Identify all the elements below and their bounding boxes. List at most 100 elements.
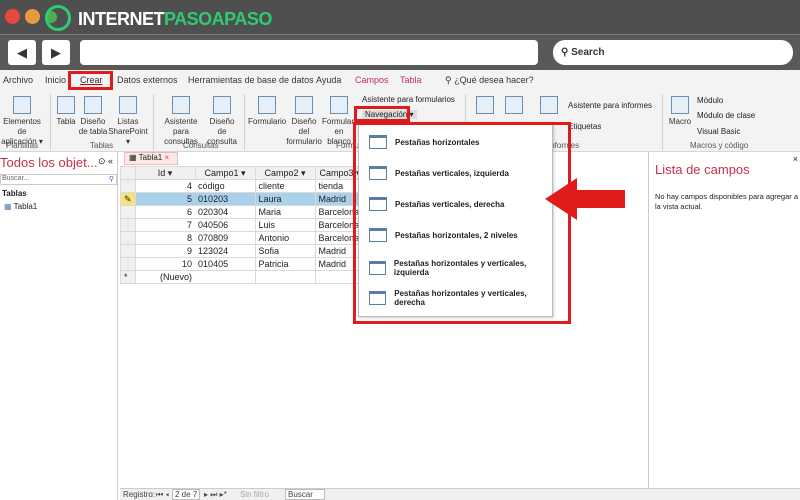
blank-report-icon[interactable] bbox=[540, 96, 558, 114]
table-row[interactable]: ✎ 5 010203 Laura Madrid bbox=[120, 192, 366, 206]
form-icon bbox=[258, 96, 276, 114]
table-row[interactable]: 7 040506 Luis Barcelona bbox=[120, 218, 366, 232]
table-cell[interactable]: Sofia bbox=[254, 244, 316, 258]
doc-tab-tabla1[interactable]: ▦ Tabla1 × bbox=[124, 152, 178, 165]
listas-sharepoint-button[interactable]: Listas SharePoint ▾ bbox=[108, 96, 148, 147]
close-icon[interactable]: × bbox=[164, 153, 169, 162]
navpane-search-input[interactable]: Buscar... ⚲ bbox=[0, 174, 117, 185]
highlight-box bbox=[353, 122, 571, 324]
highlight-box bbox=[354, 106, 410, 122]
table-cell[interactable]: Luis bbox=[254, 218, 316, 232]
row-selector[interactable] bbox=[120, 257, 136, 271]
browser-search[interactable]: ⚲ Search bbox=[553, 40, 793, 65]
tabla-button[interactable]: Tabla bbox=[54, 96, 78, 127]
modulo-button[interactable]: Módulo bbox=[697, 96, 723, 105]
row-selector[interactable] bbox=[120, 166, 136, 180]
asistente-informes-button[interactable]: Asistente para informes bbox=[568, 101, 652, 110]
table-cell[interactable] bbox=[254, 270, 316, 284]
etiquetas-button[interactable]: Etiquetas bbox=[568, 122, 601, 131]
close-window-button[interactable] bbox=[5, 9, 20, 24]
table-cell[interactable]: 5 bbox=[134, 192, 196, 206]
column-header-campo1[interactable]: Campo1 ▾ bbox=[194, 166, 256, 180]
group-label: Consultas bbox=[183, 141, 219, 150]
table-cell[interactable]: 9 bbox=[134, 244, 196, 258]
asistente-consultas-button[interactable]: Asistente para consultas bbox=[158, 96, 204, 147]
close-icon[interactable]: × bbox=[793, 154, 798, 164]
tab-archivo[interactable]: Archivo bbox=[3, 75, 33, 85]
section-tablas[interactable]: Tablas bbox=[2, 189, 27, 198]
table-cell[interactable]: 010405 bbox=[195, 257, 256, 271]
formulario-button[interactable]: Formulario bbox=[248, 96, 286, 127]
macro-button[interactable]: Macro bbox=[667, 96, 693, 127]
tab-datos-externos[interactable]: Datos externos bbox=[117, 75, 178, 85]
table-icon bbox=[57, 96, 75, 114]
highlight-box bbox=[68, 71, 113, 90]
table-cell[interactable]: 10 bbox=[134, 257, 196, 271]
query-wizard-icon bbox=[172, 96, 190, 114]
column-header-id[interactable]: Id ▾ bbox=[134, 166, 196, 180]
tab-ayuda[interactable]: Ayuda bbox=[316, 75, 341, 85]
new-record-row[interactable]: * (Nuevo) bbox=[120, 270, 366, 284]
table-cell[interactable]: 6 bbox=[134, 205, 196, 219]
row-selector[interactable] bbox=[120, 244, 136, 258]
filter-status[interactable]: Sin filtro bbox=[240, 490, 269, 499]
table-row[interactable]: 6 020304 Maria Barcelona bbox=[120, 205, 366, 219]
table-cell[interactable]: cliente bbox=[254, 179, 316, 193]
tell-me-search[interactable]: ⚲ ¿Qué desea hacer? bbox=[445, 75, 534, 86]
row-selector[interactable] bbox=[120, 218, 136, 232]
table-cell[interactable]: 8 bbox=[134, 231, 196, 245]
table-cell[interactable]: Maria bbox=[254, 205, 316, 219]
asistente-formularios-button[interactable]: Asistente para formularios bbox=[362, 95, 455, 104]
record-search-input[interactable]: Buscar bbox=[285, 489, 325, 500]
navpane-title: Todos los objet... bbox=[0, 155, 98, 170]
table-row[interactable]: 4 código cliente tienda bbox=[120, 179, 366, 193]
report-icon[interactable] bbox=[476, 96, 494, 114]
table-cell[interactable]: 040506 bbox=[195, 218, 256, 232]
first-record-button[interactable]: ⏮ ◂ bbox=[156, 490, 169, 500]
table-cell[interactable]: 123024 bbox=[195, 244, 256, 258]
table-cell[interactable]: 010203 bbox=[195, 192, 256, 206]
navigation-pane: Todos los objet... ⊙ « Buscar... ⚲ Tablas… bbox=[0, 152, 118, 500]
red-arrow-icon bbox=[545, 178, 625, 220]
back-button[interactable]: ◀ bbox=[8, 40, 36, 65]
blank-form-icon bbox=[330, 96, 348, 114]
column-header-campo2[interactable]: Campo2 ▾ bbox=[254, 166, 316, 180]
table-cell[interactable]: 4 bbox=[134, 179, 196, 193]
forward-button[interactable]: ▶ bbox=[42, 40, 70, 65]
next-record-button[interactable]: ▸ ⏭ ▸* bbox=[204, 490, 227, 500]
tab-herramientas[interactable]: Herramientas de base de datos bbox=[188, 75, 314, 85]
row-selector[interactable] bbox=[120, 205, 136, 219]
navpane-menu-icon[interactable]: ⊙ « bbox=[98, 156, 113, 167]
diseno-tabla-button[interactable]: Diseño de tabla bbox=[78, 96, 108, 137]
table-cell[interactable]: 070809 bbox=[195, 231, 256, 245]
record-position-input[interactable]: 2 de 7 bbox=[172, 489, 200, 500]
tab-inicio[interactable]: Inicio bbox=[45, 75, 66, 85]
formulario-blanco-button[interactable]: Formulario en blanco bbox=[322, 96, 356, 147]
nav-item-tabla1[interactable]: ▦ Tabla1 bbox=[4, 202, 37, 211]
diseno-consulta-button[interactable]: Diseño de consulta bbox=[204, 96, 240, 147]
elementos-aplicacion-button[interactable]: Elementos de aplicación ▾ bbox=[0, 96, 44, 147]
diseno-formulario-button[interactable]: Diseño del formulario bbox=[286, 96, 322, 147]
table-row[interactable]: 8 070809 Antonio Barcelona bbox=[120, 231, 366, 245]
table-cell[interactable]: 020304 bbox=[195, 205, 256, 219]
tab-tabla[interactable]: Tabla bbox=[400, 75, 422, 85]
table-row[interactable]: 9 123024 Sofia Madrid bbox=[120, 244, 366, 258]
address-bar[interactable] bbox=[80, 40, 538, 65]
modulo-clase-button[interactable]: Módulo de clase bbox=[697, 111, 755, 120]
row-selector[interactable] bbox=[120, 179, 136, 193]
row-selector[interactable]: ✎ bbox=[120, 192, 136, 206]
visual-basic-button[interactable]: Visual Basic bbox=[697, 127, 740, 136]
table-row[interactable]: 10 010405 Patricia Madrid bbox=[120, 257, 366, 271]
table-cell[interactable]: código bbox=[195, 179, 256, 193]
minimize-window-button[interactable] bbox=[25, 9, 40, 24]
table-cell[interactable] bbox=[195, 270, 256, 284]
row-selector[interactable]: * bbox=[120, 270, 136, 284]
divider bbox=[50, 94, 51, 150]
tab-campos[interactable]: Campos bbox=[355, 75, 389, 85]
table-cell[interactable]: Patricia bbox=[254, 257, 316, 271]
row-selector[interactable] bbox=[120, 231, 136, 245]
table-cell[interactable]: Laura bbox=[254, 192, 316, 206]
report-design-icon[interactable] bbox=[505, 96, 523, 114]
table-cell[interactable]: Antonio bbox=[254, 231, 316, 245]
table-cell[interactable]: 7 bbox=[134, 218, 196, 232]
